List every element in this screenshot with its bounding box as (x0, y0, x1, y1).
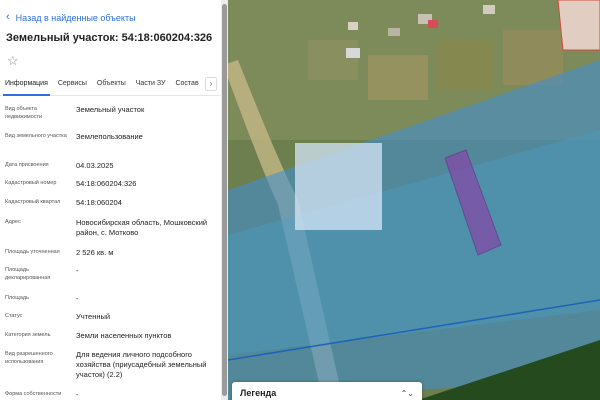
row-value: 54:18:060204:326 (76, 179, 137, 188)
legend-dropdown[interactable]: Легенда ⌃⌄ (232, 382, 422, 400)
row-label: Дата присвоения (5, 162, 49, 168)
row-value: 04.03.2025 (76, 161, 114, 170)
row-label: Вид земельного участка (5, 133, 67, 139)
row-value: - (76, 390, 79, 399)
page-title: Земельный участок: 54:18:060204:326 (6, 32, 213, 44)
chevron-left-icon: ‹ (6, 11, 10, 23)
tab-parts[interactable]: Части ЗУ (131, 75, 171, 95)
row-value: 54:18:060204 (76, 198, 122, 207)
satellite-map[interactable] (228, 0, 600, 400)
row-value: Для ведения личного подсобного хозяйства… (76, 350, 207, 379)
tabs-scroll-right-icon[interactable]: › (205, 77, 217, 91)
row-value: - (76, 266, 79, 275)
row-label: Категория земель (5, 332, 51, 338)
row-label: Площадь уточненная (5, 249, 60, 255)
row-label: Кадастровый квартал (5, 199, 61, 205)
row-value: Земли населенных пунктов (76, 331, 172, 340)
row-value: Земельный участок (76, 105, 145, 114)
row-value: 2 526 кв. м (76, 248, 114, 257)
house (388, 28, 400, 36)
row-label: Площадь декларированная (5, 267, 51, 281)
tab-info[interactable]: Информация (0, 75, 53, 96)
info-panel: ‹ Назад в найденные объекты Земельный уч… (0, 0, 221, 400)
scrollbar-thumb[interactable] (222, 4, 227, 396)
back-link[interactable]: ‹ Назад в найденные объекты (6, 12, 136, 23)
house (483, 5, 495, 14)
row-label: Площадь (5, 295, 29, 301)
row-value: Новосибирская область, Мошковский район,… (76, 218, 208, 237)
row-label: Форма собственности (5, 391, 62, 397)
row-label: Вид объекта недвижимости (5, 106, 43, 120)
tab-composition[interactable]: Состав (170, 75, 203, 95)
tab-objects[interactable]: Объекты (92, 75, 131, 95)
tab-bar: Информация Сервисы Объекты Части ЗУ Сост… (0, 75, 221, 96)
cadastral-parcel[interactable] (557, 0, 600, 51)
map-canvas[interactable] (228, 0, 600, 400)
row-label: Адрес (5, 219, 21, 225)
legend-label: Легенда (240, 388, 277, 398)
back-link-label: Назад в найденные объекты (15, 12, 136, 23)
tab-services[interactable]: Сервисы (53, 75, 92, 95)
highlighted-quarter[interactable] (295, 143, 382, 230)
row-value: Учтенный (76, 312, 111, 321)
house (346, 48, 360, 58)
chevron-updown-icon: ⌃⌄ (400, 388, 414, 398)
row-label: Статус (5, 313, 23, 319)
row-label: Кадастровый номер (5, 180, 57, 186)
panel-scrollbar[interactable] (221, 0, 228, 400)
row-value: Землепользование (76, 132, 143, 141)
row-value: - (76, 294, 79, 303)
house (348, 22, 358, 30)
row-label: Вид разрешенного использования (5, 351, 53, 365)
star-icon[interactable]: ☆ (7, 53, 19, 69)
house (428, 20, 438, 28)
garden-plot (308, 40, 358, 80)
garden-plot (368, 55, 428, 100)
garden-plot (438, 40, 493, 90)
